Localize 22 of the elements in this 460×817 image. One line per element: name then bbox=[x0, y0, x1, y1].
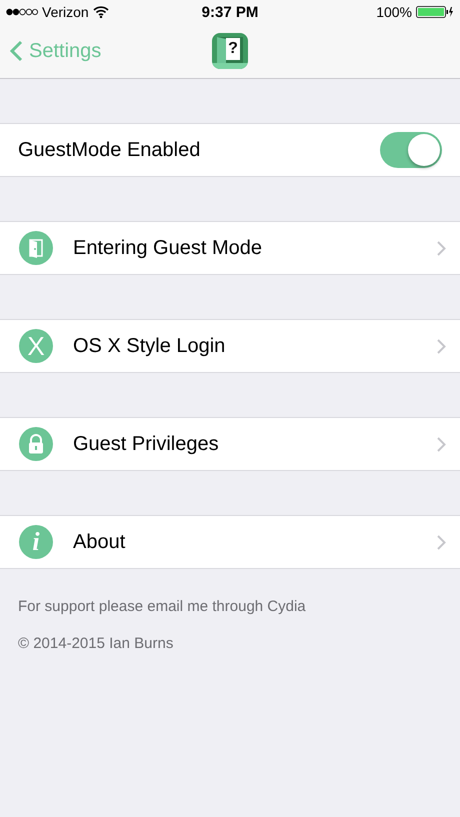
status-time: 9:37 PM bbox=[202, 4, 258, 20]
letter-icon: X bbox=[19, 329, 53, 363]
carrier-name: Verizon bbox=[42, 4, 89, 20]
wifi-icon bbox=[92, 6, 109, 18]
menu-item-label[interactable]: OS X Style Login bbox=[73, 334, 417, 358]
back-chevron-icon bbox=[10, 40, 23, 62]
chevron-icon bbox=[437, 534, 446, 550]
menu-item-label[interactable]: About bbox=[73, 530, 417, 554]
toggle-switch[interactable] bbox=[380, 132, 442, 168]
lock-icon bbox=[19, 427, 53, 461]
footer-text: For support please email me through Cydia bbox=[18, 598, 307, 615]
chevron-icon bbox=[437, 436, 446, 452]
info-icon: i bbox=[19, 525, 53, 559]
app-icon: ? bbox=[212, 33, 248, 69]
footer-text: © 2014-2015 Ian Burns bbox=[18, 635, 174, 652]
toggle-label: GuestMode Enabled bbox=[18, 138, 200, 162]
signal-icon bbox=[6, 8, 38, 16]
battery-icon bbox=[416, 6, 454, 18]
chevron-icon bbox=[437, 240, 446, 256]
battery-percent: 100% bbox=[376, 4, 412, 20]
chevron-icon bbox=[437, 338, 446, 354]
door-icon bbox=[19, 231, 53, 265]
